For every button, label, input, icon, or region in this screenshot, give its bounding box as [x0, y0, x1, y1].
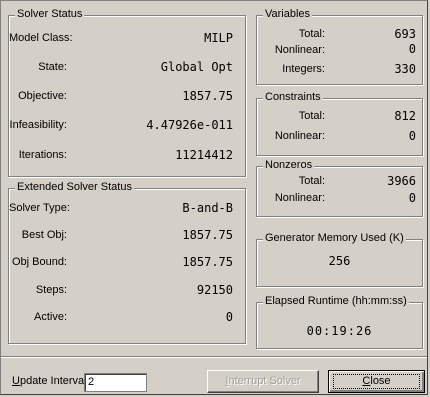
solver-status-window: Solver Status Model Class: MILP State: G… [0, 0, 428, 395]
nonzeros-title: Nonzeros [263, 159, 315, 171]
active-label: Active: [33, 311, 67, 323]
nonzeros-total-value: 3966 [387, 174, 416, 188]
solver-status-group: Solver Status Model Class: MILP State: G… [8, 8, 246, 177]
variables-nonlinear-value: 0 [408, 42, 416, 56]
objective-value: 1857.75 [182, 89, 233, 103]
solver-status-title: Solver Status [15, 8, 85, 20]
model-class-label: Model Class: [9, 32, 73, 44]
solver-type-label: Solver Type: [9, 202, 70, 214]
close-label-text: lose [370, 375, 391, 387]
nonzeros-group: Nonzeros Total: 3966 Nonlinear: 0 [256, 159, 423, 217]
variables-nonlinear-label: Nonlinear: [274, 44, 325, 56]
interrupt-solver-button[interactable]: Interrupt Solver [207, 370, 319, 393]
extended-solver-status-title: Extended Solver Status [15, 181, 134, 193]
constraints-nonlinear-value: 0 [408, 129, 416, 143]
iterations-label: Iterations: [18, 149, 67, 161]
nonzeros-nonlinear-value: 0 [408, 191, 416, 205]
update-interval-input[interactable]: 2 [84, 373, 147, 392]
update-interval-accelerator: U [12, 375, 20, 387]
footer-separator [1, 356, 427, 358]
elapsed-runtime-title: Elapsed Runtime (hh:mm:ss) [263, 295, 409, 307]
iterations-value: 11214412 [175, 148, 233, 162]
state-value: Global Opt [160, 60, 233, 74]
generator-memory-title: Generator Memory Used (K) [263, 232, 406, 244]
constraints-total-label: Total: [298, 110, 325, 122]
constraints-group: Constraints Total: 812 Nonlinear: 0 [256, 91, 423, 156]
elapsed-runtime-value: 00:19:26 [306, 324, 373, 338]
steps-label: Steps: [35, 284, 67, 296]
nonzeros-total-label: Total: [298, 175, 325, 187]
constraints-total-value: 812 [394, 109, 416, 123]
variables-total-label: Total: [298, 28, 325, 40]
variables-title: Variables [263, 8, 313, 20]
infeasibility-label: Infeasibility: [9, 119, 67, 131]
extended-solver-status-group: Extended Solver Status Solver Type: B-an… [8, 181, 246, 344]
update-interval-label: Update Interval: [12, 375, 90, 387]
interrupt-label-text: nterrupt Solver [228, 375, 301, 387]
best-obj-value: 1857.75 [182, 228, 233, 242]
objective-label: Objective: [18, 90, 67, 102]
generator-memory-value: 256 [328, 254, 351, 268]
model-class-value: MILP [204, 31, 233, 45]
variables-total-value: 693 [394, 27, 416, 41]
best-obj-label: Best Obj: [21, 229, 67, 241]
constraints-title: Constraints [263, 91, 323, 103]
obj-bound-label: Obj Bound: [11, 256, 67, 268]
close-button[interactable]: Close [328, 370, 425, 393]
steps-value: 92150 [196, 283, 233, 297]
elapsed-runtime-group: Elapsed Runtime (hh:mm:ss) 00:19:26 [256, 295, 423, 349]
constraints-nonlinear-label: Nonlinear: [274, 130, 325, 142]
infeasibility-value: 4.47926e-011 [146, 118, 233, 132]
generator-memory-group: Generator Memory Used (K) 256 [256, 232, 423, 287]
solver-type-value: B-and-B [182, 201, 233, 215]
nonzeros-nonlinear-label: Nonlinear: [274, 192, 325, 204]
state-label: State: [38, 61, 67, 73]
update-interval-label-text: pdate Interval: [19, 375, 90, 387]
obj-bound-value: 1857.75 [182, 255, 233, 269]
active-value: 0 [225, 310, 233, 324]
variables-integers-value: 330 [394, 62, 416, 76]
variables-group: Variables Total: 693 Nonlinear: 0 Intege… [256, 8, 423, 85]
variables-integers-label: Integers: [282, 63, 325, 75]
